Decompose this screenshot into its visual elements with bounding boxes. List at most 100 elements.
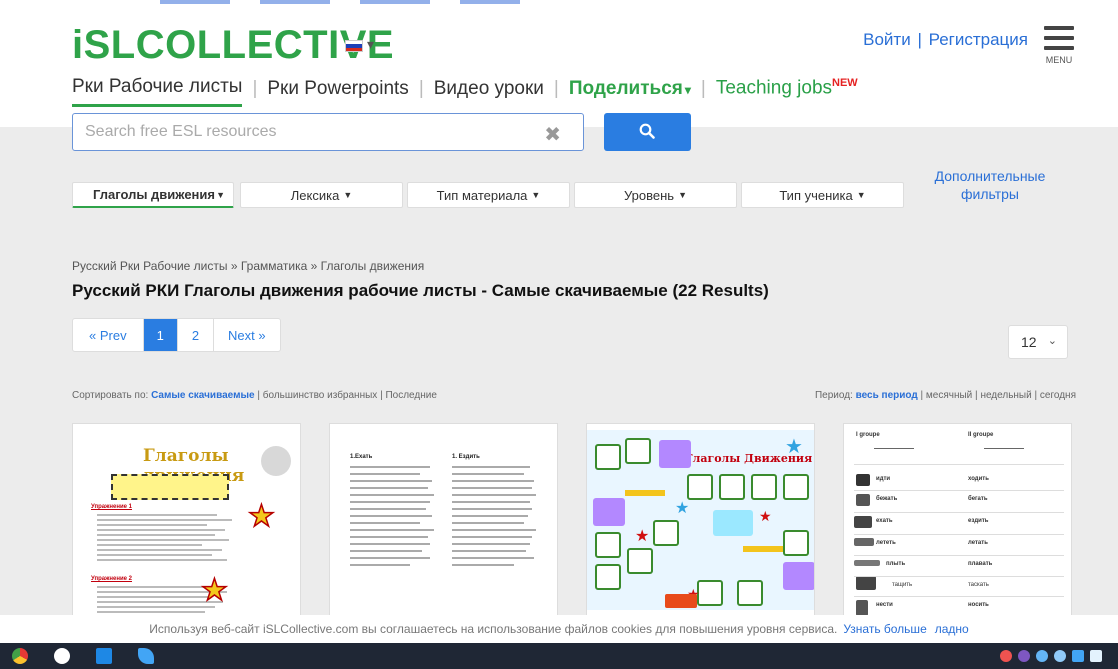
- nav-divider: |: [553, 77, 559, 99]
- worksheet-thumbnail[interactable]: Глаголы Движения ★ ★ ★ ★ ★: [586, 423, 815, 623]
- period-today[interactable]: сегодня: [1040, 390, 1076, 401]
- star-icon: ★: [759, 508, 772, 524]
- thumb-column-heading: 1. Ездить: [452, 454, 480, 460]
- nav-video-lessons[interactable]: Видео уроки: [434, 78, 544, 106]
- arrow-right-icon: [874, 448, 914, 449]
- prev-page-button[interactable]: « Prev: [73, 319, 144, 351]
- nav-teaching-jobs-label: Teaching jobs: [715, 77, 833, 99]
- worksheet-thumbnail[interactable]: I groupe II groupe идти ходить бежать бе…: [843, 423, 1072, 623]
- filter-learner-type[interactable]: Тип ученика ▼: [741, 182, 904, 208]
- language-caret-icon[interactable]: ▾: [367, 36, 374, 53]
- caret-down-icon: ▼: [216, 189, 225, 200]
- star-icon: ★: [635, 528, 650, 545]
- menu-button[interactable]: MENU: [1043, 26, 1075, 65]
- hamburger-icon: [1044, 26, 1074, 30]
- thumb-column: 1.Ехать: [350, 454, 438, 571]
- tray-pen-icon[interactable]: [1054, 650, 1066, 662]
- verb-left: лететь: [876, 540, 896, 546]
- tray-window-icon[interactable]: [1072, 650, 1084, 662]
- search-input[interactable]: [73, 114, 513, 150]
- nav-divider: |: [700, 77, 706, 99]
- verb-right: плавать: [968, 561, 993, 567]
- nav-share[interactable]: Поделиться ▾: [569, 78, 691, 106]
- paint-icon[interactable]: [138, 648, 154, 664]
- next-page-button[interactable]: Next »: [214, 319, 280, 351]
- plane-icon: [854, 538, 874, 546]
- sort-most-downloaded[interactable]: Самые скачиваемые: [151, 390, 255, 401]
- top-decoration-strip: [160, 0, 520, 4]
- nav-powerpoints[interactable]: Рки Powerpoints: [267, 78, 408, 106]
- cookie-learn-more-link[interactable]: Узнать больше: [843, 622, 926, 636]
- auth-links: Войти | Регистрация: [863, 30, 1028, 50]
- verb-left: идти: [876, 476, 891, 482]
- filter-label: Лексика: [290, 187, 340, 203]
- tray-yandex-icon[interactable]: [1000, 650, 1012, 662]
- period-all-time[interactable]: весь период: [856, 390, 918, 401]
- nav-worksheets[interactable]: Рки Рабочие листы: [72, 76, 243, 107]
- breadcrumb[interactable]: Русский Рки Рабочие листы » Грамматика »…: [72, 259, 424, 273]
- search-button[interactable]: [604, 113, 691, 151]
- tray-screen-icon[interactable]: [1090, 650, 1102, 662]
- filter-vocabulary[interactable]: Лексика ▼: [240, 182, 403, 208]
- more-filters-link[interactable]: Дополнительные фильтры: [920, 167, 1060, 203]
- tray-shield-icon[interactable]: [1018, 650, 1030, 662]
- arrow-left-icon: [625, 490, 665, 496]
- star-icon: ★: [200, 574, 228, 607]
- clear-search-icon[interactable]: ✖: [544, 122, 561, 147]
- verb-right: бегать: [968, 496, 988, 502]
- game-tile: [665, 594, 697, 608]
- filter-material-type[interactable]: Тип материала ▼: [407, 182, 570, 208]
- document-icon[interactable]: [96, 648, 112, 664]
- game-tile: [593, 498, 625, 526]
- login-link[interactable]: Войти: [863, 30, 911, 49]
- sort-separator: |: [257, 390, 260, 401]
- arrow-right-icon: [743, 546, 783, 552]
- carrying-figure-icon: [856, 600, 868, 616]
- car-icon: [854, 516, 872, 528]
- swimmer-icon: [854, 560, 880, 566]
- thumb-column: 1. Ездить: [452, 454, 540, 571]
- sort-most-favorited[interactable]: большинство избранных: [263, 390, 378, 401]
- register-link[interactable]: Регистрация: [929, 30, 1028, 49]
- page-1-button[interactable]: 1: [143, 319, 178, 351]
- site-header: iSLCOLLECTIVE ▾ Войти | Регистрация MENU…: [0, 0, 1118, 127]
- period-separator: |: [920, 390, 924, 401]
- yandex-browser-icon[interactable]: [54, 648, 70, 664]
- period-monthly[interactable]: месячный: [926, 390, 972, 401]
- nav-divider: |: [418, 77, 424, 99]
- filter-motion-verbs[interactable]: Глаголы движения ▼: [72, 182, 234, 208]
- star-icon: ★: [675, 500, 690, 517]
- russia-flag-icon[interactable]: [345, 40, 363, 52]
- pagination: « Prev 1 2 Next »: [72, 318, 281, 352]
- caret-down-icon: ▼: [531, 190, 541, 200]
- chevron-down-icon: ⌄: [1047, 335, 1057, 347]
- game-tile: [627, 548, 653, 574]
- more-filters-line2: фильтры: [961, 186, 1019, 202]
- game-tile: [783, 530, 809, 556]
- thumb-highlight-box: [111, 474, 229, 500]
- game-tile: [653, 520, 679, 546]
- new-badge: NEW: [832, 77, 858, 90]
- game-tile: [595, 564, 621, 590]
- tray-pen-icon[interactable]: [1036, 650, 1048, 662]
- caret-down-icon: ▼: [856, 190, 866, 200]
- filter-label: Тип ученика: [779, 187, 853, 203]
- verb-right: ездить: [968, 518, 989, 524]
- sort-latest[interactable]: Последние: [385, 390, 436, 401]
- filter-label: Глаголы движения: [93, 187, 215, 202]
- period-weekly[interactable]: недельный: [980, 390, 1031, 401]
- worksheet-thumbnail[interactable]: 1.Ехать 1. Ездить: [329, 423, 558, 623]
- filter-level[interactable]: Уровень ▼: [574, 182, 737, 208]
- dragging-figure-icon: [856, 576, 876, 590]
- chrome-icon[interactable]: [12, 648, 28, 664]
- cookie-ok-button[interactable]: ладно: [935, 622, 969, 636]
- thumb-illustration: [261, 446, 291, 476]
- sort-bar: Сортировать по: Самые скачиваемые | боль…: [72, 390, 437, 401]
- nav-teaching-jobs[interactable]: Teaching jobsNEW: [716, 77, 858, 105]
- page-2-button[interactable]: 2: [178, 319, 215, 351]
- os-taskbar: [0, 643, 1118, 669]
- per-page-select[interactable]: 12 ⌄: [1008, 325, 1068, 359]
- thumb-group-label: II groupe: [968, 432, 994, 438]
- worksheet-thumbnail[interactable]: Глаголы движения Упражнение 1 Упражнение…: [72, 423, 301, 623]
- game-tile: [719, 474, 745, 500]
